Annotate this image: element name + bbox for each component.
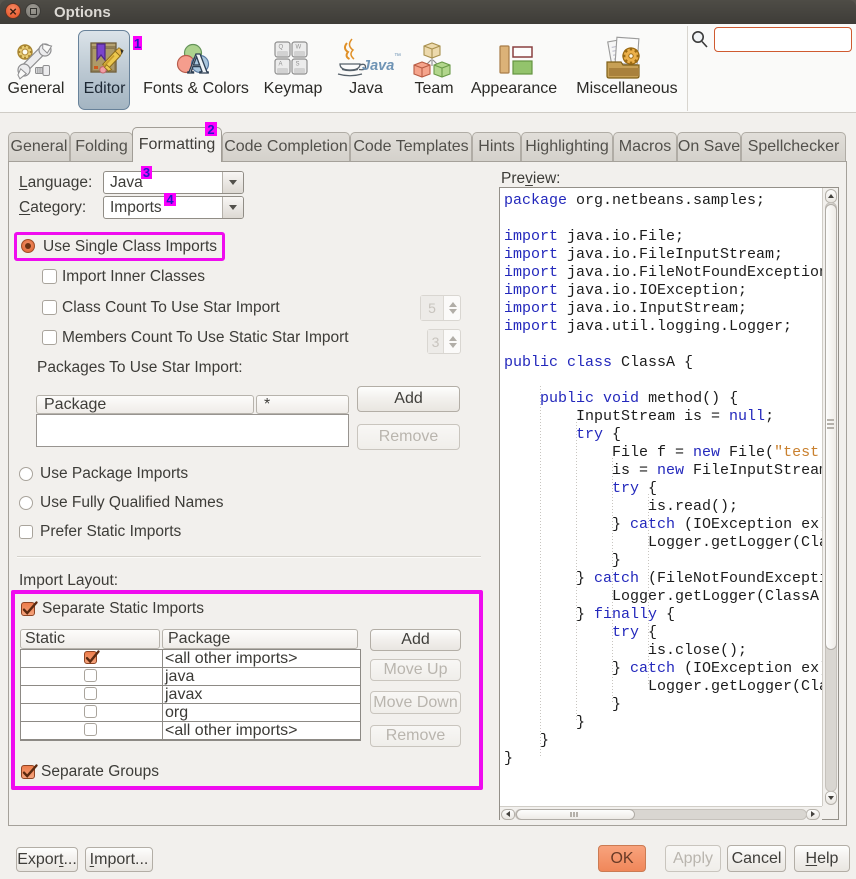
svg-text:S: S [296, 62, 300, 68]
svg-text:A: A [188, 48, 209, 80]
svg-text:Java: Java [362, 58, 394, 74]
svg-text:™: ™ [394, 53, 401, 60]
svg-text:A: A [279, 62, 283, 68]
svg-text:Q: Q [279, 45, 284, 51]
svg-text:W: W [296, 45, 302, 51]
